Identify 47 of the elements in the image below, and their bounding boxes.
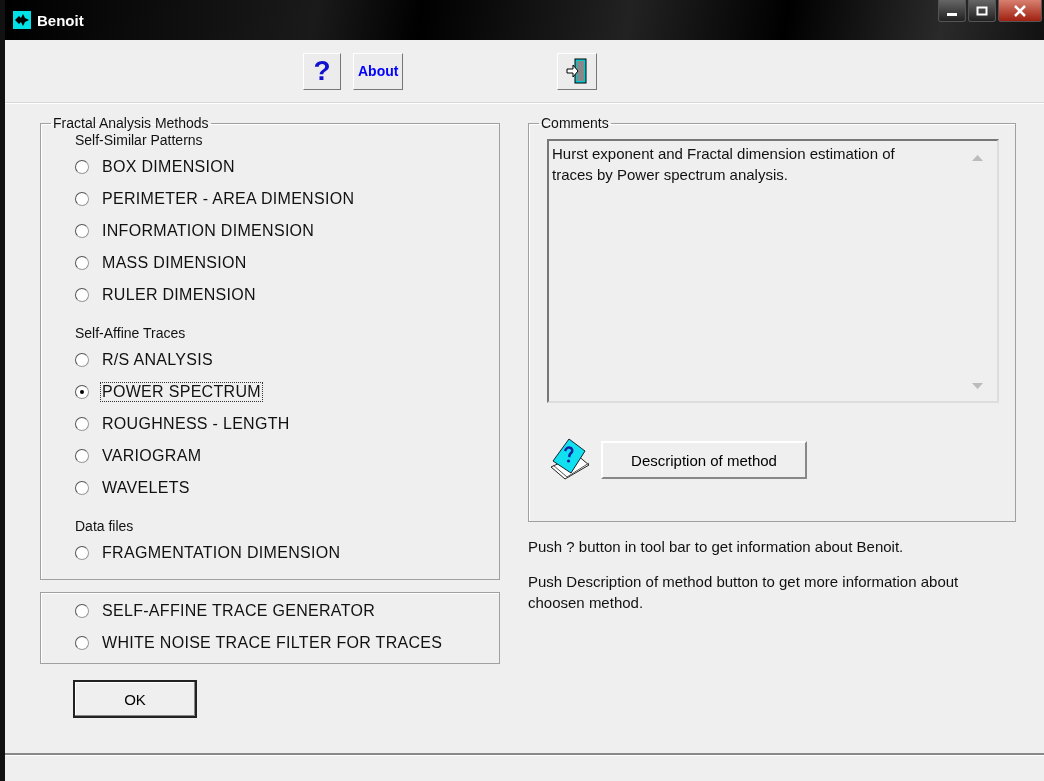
maximize-icon	[976, 5, 988, 16]
radio-option[interactable]: WHITE NOISE TRACE FILTER FOR TRACES	[75, 627, 489, 659]
radio-button[interactable]	[75, 546, 89, 560]
radio-option[interactable]: MASS DIMENSION	[75, 247, 489, 279]
radio-option[interactable]: VARIOGRAM	[75, 440, 489, 472]
section-heading: Self-Similar Patterns	[75, 132, 204, 148]
app-icon	[13, 11, 31, 29]
radio-button[interactable]	[75, 449, 89, 463]
section-heading: Self-Affine Traces	[75, 325, 187, 341]
group-title: Comments	[540, 115, 610, 131]
minimize-button[interactable]	[938, 0, 966, 22]
about-button[interactable]: About	[353, 52, 404, 90]
radio-button[interactable]	[75, 192, 89, 206]
door-arrow-icon	[566, 58, 589, 84]
radio-button[interactable]	[75, 160, 89, 174]
radio-option[interactable]: INFORMATION DIMENSION	[75, 215, 489, 247]
radio-button[interactable]	[75, 636, 89, 650]
radio-option[interactable]: RULER DIMENSION	[75, 279, 489, 311]
radio-option[interactable]: WAVELETS	[75, 472, 489, 504]
radio-option[interactable]: ROUGHNESS - LENGTH	[75, 408, 489, 440]
radio-button[interactable]	[75, 604, 89, 618]
radio-option[interactable]: BOX DIMENSION	[75, 151, 489, 183]
hint-text: Push Description of method button to get more information about choosen method.	[528, 572, 960, 613]
radio-option[interactable]: FRAGMENTATION DIMENSION	[75, 537, 489, 569]
radio-button[interactable]	[75, 417, 89, 431]
radio-button[interactable]	[75, 385, 89, 399]
radio-button[interactable]	[75, 288, 89, 302]
exit-button[interactable]	[557, 52, 598, 90]
window-title: Benoit	[37, 11, 84, 29]
hint-text: Push ? button in tool bar to get information about Benoit.	[528, 537, 905, 557]
radio-button[interactable]	[75, 224, 89, 238]
close-button[interactable]	[998, 0, 1042, 22]
ok-button[interactable]: OK	[73, 680, 197, 718]
radio-button[interactable]	[75, 481, 89, 495]
description-button[interactable]: Description of method	[601, 441, 807, 479]
radio-option[interactable]: SELF-AFFINE TRACE GENERATOR	[75, 595, 489, 627]
help-button[interactable]: ?	[303, 52, 341, 90]
maximize-button[interactable]	[968, 0, 996, 22]
section-heading: Data files	[75, 518, 135, 534]
radio-button[interactable]	[75, 256, 89, 270]
close-icon	[1013, 4, 1027, 17]
radio-option[interactable]: R/S ANALYSIS	[75, 344, 489, 376]
radio-option[interactable]: POWER SPECTRUM	[75, 376, 489, 408]
minimize-icon	[947, 12, 957, 16]
radio-option[interactable]: PERIMETER - AREA DIMENSION	[75, 183, 489, 215]
group-title: Fractal Analysis Methods	[52, 115, 210, 131]
radio-button[interactable]	[75, 353, 89, 367]
